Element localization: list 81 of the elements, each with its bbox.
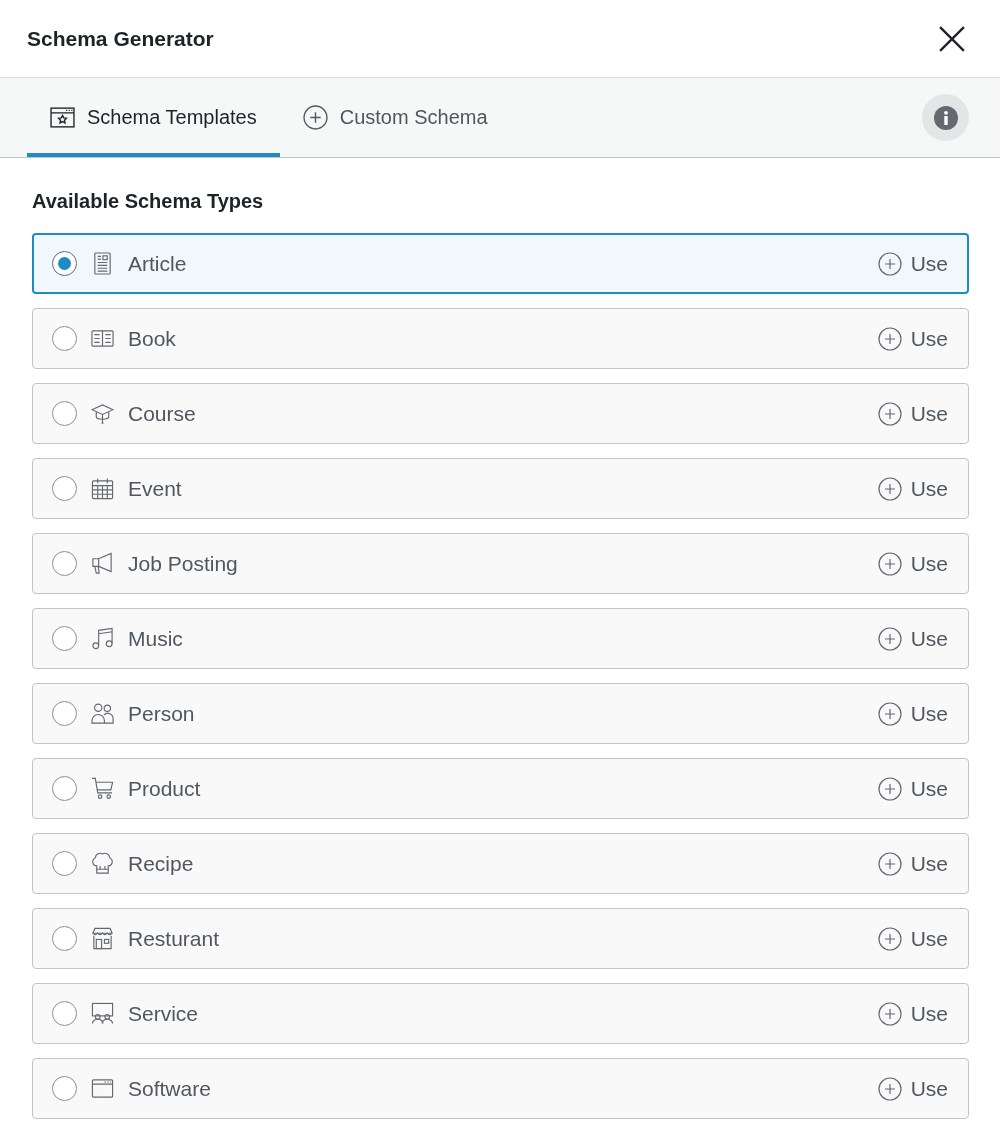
use-button[interactable]: Use <box>877 701 948 726</box>
schema-type-label: Recipe <box>128 851 194 876</box>
calendar-icon <box>91 477 114 500</box>
plus-circle-icon <box>302 105 328 130</box>
use-button[interactable]: Use <box>877 1001 948 1026</box>
chef-hat-icon <box>91 852 114 875</box>
schema-type-label: Product <box>128 776 201 801</box>
schema-type-label: Book <box>128 326 176 351</box>
schema-type-option[interactable]: Resturant Use <box>32 908 969 969</box>
schema-type-label: Event <box>128 476 182 501</box>
radio-button[interactable] <box>52 1001 77 1026</box>
tab[interactable]: Schema Templates <box>27 78 280 157</box>
schema-type-label: Music <box>128 626 183 651</box>
use-button[interactable]: Use <box>877 1076 948 1101</box>
plus-circle-icon <box>877 776 902 801</box>
schema-type-option[interactable]: Service Use <box>32 983 969 1044</box>
dialog-title: Schema Generator <box>27 26 214 51</box>
radio-button[interactable] <box>52 926 77 951</box>
plus-circle-icon <box>877 1076 902 1101</box>
storefront-icon <box>91 927 114 950</box>
radio-button[interactable] <box>52 326 77 351</box>
radio-button[interactable] <box>52 851 77 876</box>
plus-circle-icon <box>877 476 902 501</box>
presentation-icon <box>91 1002 114 1025</box>
tab[interactable]: Custom Schema <box>279 78 511 157</box>
schema-type-option[interactable]: Event Use <box>32 458 969 519</box>
schema-type-option[interactable]: Article Use <box>32 233 969 294</box>
plus-circle-icon <box>877 551 902 576</box>
use-button[interactable]: Use <box>877 401 948 426</box>
use-button[interactable]: Use <box>877 776 948 801</box>
info-icon <box>933 105 958 130</box>
browser-window-icon <box>91 1077 114 1100</box>
plus-circle-icon <box>877 1001 902 1026</box>
radio-button[interactable] <box>52 251 77 276</box>
radio-button[interactable] <box>52 701 77 726</box>
close-button[interactable] <box>939 25 965 52</box>
open-book-icon <box>91 327 114 350</box>
schema-type-option[interactable]: Job Posting Use <box>32 533 969 594</box>
schema-type-label: Course <box>128 401 196 426</box>
radio-button[interactable] <box>52 476 77 501</box>
plus-circle-icon <box>877 701 902 726</box>
music-note-icon <box>91 627 114 650</box>
schema-type-option[interactable]: Book Use <box>32 308 969 369</box>
use-button[interactable]: Use <box>877 626 948 651</box>
schema-type-label: Software <box>128 1076 211 1101</box>
use-button[interactable]: Use <box>877 926 948 951</box>
schema-type-option[interactable]: Product Use <box>32 758 969 819</box>
section-heading: Available Schema Types <box>32 189 265 213</box>
radio-button[interactable] <box>52 1076 77 1101</box>
plus-circle-icon <box>877 626 902 651</box>
schema-type-option[interactable]: Person Use <box>32 683 969 744</box>
use-button[interactable]: Use <box>877 251 948 276</box>
plus-circle-icon <box>877 326 902 351</box>
schema-type-option[interactable]: Software Use <box>32 1058 969 1119</box>
use-button[interactable]: Use <box>877 326 948 351</box>
graduation-cap-icon <box>91 402 114 425</box>
document-icon <box>91 252 114 275</box>
schema-type-option[interactable]: Music Use <box>32 608 969 669</box>
schema-type-label: Job Posting <box>128 551 238 576</box>
cart-icon <box>91 777 114 800</box>
use-button[interactable]: Use <box>877 851 948 876</box>
radio-button[interactable] <box>52 776 77 801</box>
radio-button[interactable] <box>52 551 77 576</box>
people-icon <box>91 702 114 725</box>
megaphone-icon <box>91 552 114 575</box>
schema-type-option[interactable]: Recipe Use <box>32 833 969 894</box>
use-button[interactable]: Use <box>877 551 948 576</box>
schema-type-label: Resturant <box>128 926 220 951</box>
plus-circle-icon <box>877 251 902 276</box>
schema-type-label: Person <box>128 701 195 726</box>
radio-button[interactable] <box>52 626 77 651</box>
schema-type-label: Service <box>128 1001 199 1026</box>
plus-circle-icon <box>877 401 902 426</box>
schema-type-label: Article <box>128 251 187 276</box>
radio-button[interactable] <box>52 401 77 426</box>
use-button[interactable]: Use <box>877 476 948 501</box>
plus-circle-icon <box>877 851 902 876</box>
close-icon <box>939 25 965 52</box>
info-button[interactable] <box>922 94 969 141</box>
plus-circle-icon <box>877 926 902 951</box>
schema-type-option[interactable]: Course Use <box>32 383 969 444</box>
